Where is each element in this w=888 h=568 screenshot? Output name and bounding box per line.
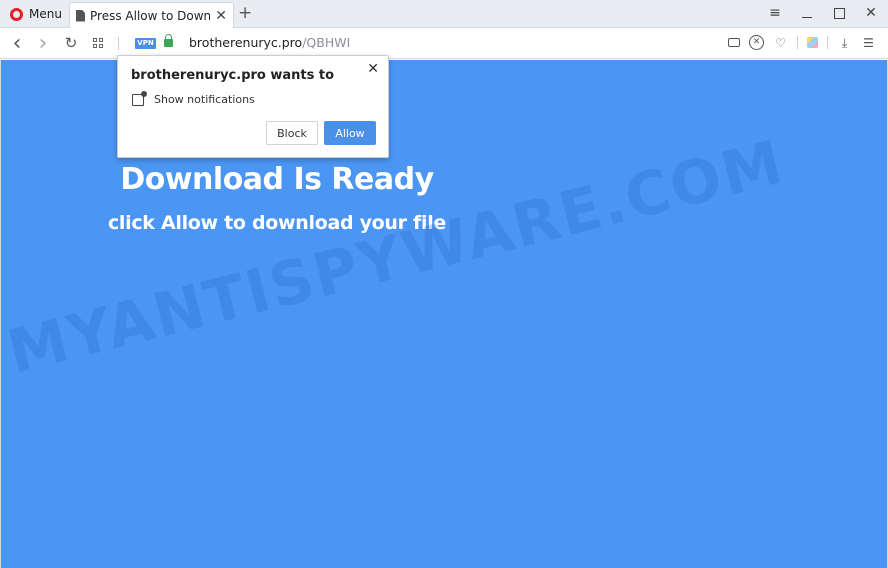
lock-icon[interactable] xyxy=(164,34,173,47)
close-window-icon[interactable]: ✕ xyxy=(862,4,880,22)
tab-title: Press Allow to Download xyxy=(90,8,211,23)
tab-menu-icon[interactable]: ≡ xyxy=(766,4,784,22)
document-icon xyxy=(76,9,85,22)
back-icon[interactable]: ‹ xyxy=(8,31,26,56)
allow-button[interactable]: Allow xyxy=(324,121,376,145)
heart-icon[interactable]: ♡ xyxy=(773,35,788,50)
opera-menu-button[interactable]: Menu xyxy=(4,3,68,25)
permission-label: Show notifications xyxy=(154,93,255,106)
snapshot-icon[interactable] xyxy=(728,38,740,47)
permission-row: Show notifications xyxy=(132,90,255,106)
reload-icon[interactable]: ↻ xyxy=(62,34,80,52)
divider xyxy=(118,37,119,50)
vpn-badge[interactable]: VPN xyxy=(135,38,156,49)
window-controls: ≡ ✕ xyxy=(766,4,880,22)
new-tab-icon[interactable]: + xyxy=(238,3,252,23)
forward-icon[interactable]: › xyxy=(34,31,52,56)
opera-logo-icon xyxy=(10,7,23,21)
popup-close-icon[interactable]: ✕ xyxy=(367,61,379,77)
notification-icon xyxy=(132,90,147,106)
speed-dial-icon[interactable] xyxy=(89,34,107,52)
block-button[interactable]: Block xyxy=(266,121,318,145)
menu-label: Menu xyxy=(29,7,62,21)
adblock-icon[interactable]: ✕ xyxy=(749,35,764,50)
tab-active[interactable]: Press Allow to Download ✕ xyxy=(69,2,234,28)
url-field[interactable]: brotherenuryc.pro/QBHWI xyxy=(189,35,350,50)
tab-strip: Menu Press Allow to Download ✕ + ≡ ✕ xyxy=(0,0,888,28)
url-domain: brotherenuryc.pro xyxy=(189,35,303,50)
divider xyxy=(797,36,798,49)
extension-cube-icon[interactable] xyxy=(807,37,818,48)
popup-title: brotherenuryc.pro wants to xyxy=(131,68,335,83)
minimize-icon[interactable] xyxy=(798,4,816,22)
page-headline: Download Is Ready xyxy=(120,162,434,197)
url-path: /QBHWI xyxy=(302,35,351,50)
download-icon[interactable]: ⤓ xyxy=(837,35,852,50)
divider xyxy=(827,36,828,49)
easy-setup-icon[interactable]: ☰ xyxy=(861,35,876,50)
toolbar-icons: ✕ ♡ ⤓ ☰ xyxy=(728,35,876,50)
notification-permission-popup: brotherenuryc.pro wants to ✕ Show notifi… xyxy=(117,55,389,158)
maximize-icon[interactable] xyxy=(830,4,848,22)
tab-close-icon[interactable]: ✕ xyxy=(215,9,227,23)
